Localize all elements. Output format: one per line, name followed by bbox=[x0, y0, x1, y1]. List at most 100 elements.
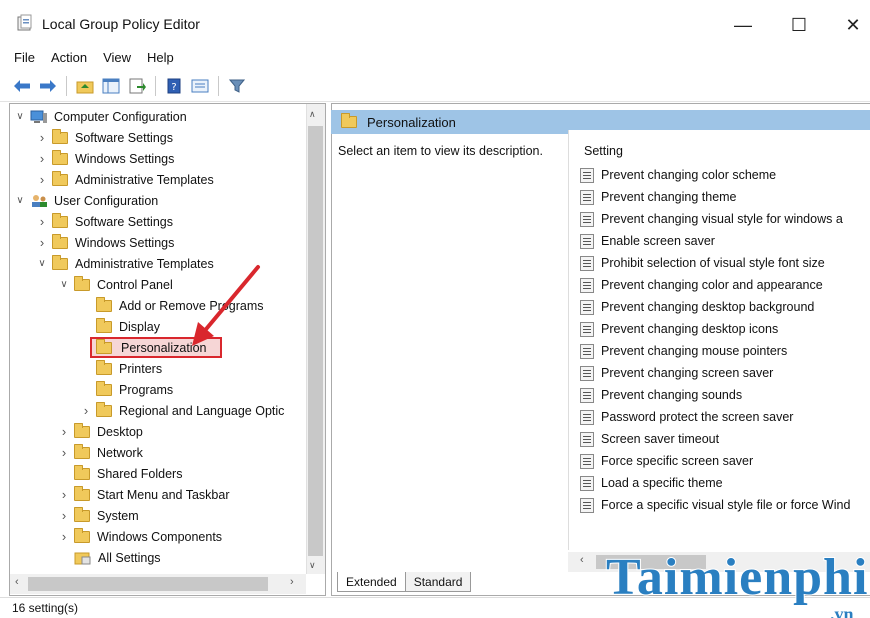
tree-item[interactable]: Printers bbox=[10, 358, 310, 379]
export-list-button[interactable] bbox=[127, 76, 147, 96]
policy-setting-icon bbox=[580, 277, 594, 293]
status-text: 16 setting(s) bbox=[12, 601, 79, 615]
setting-label: Load a specific theme bbox=[601, 476, 723, 490]
tree-item[interactable]: › Windows Settings bbox=[10, 148, 310, 169]
setting-row[interactable]: Screen saver timeout bbox=[580, 428, 719, 450]
setting-column-header[interactable]: Setting bbox=[584, 144, 623, 158]
setting-row[interactable]: Prohibit selection of visual style font … bbox=[580, 252, 825, 274]
chevron-right-icon[interactable]: › bbox=[58, 445, 70, 460]
tree-item[interactable]: ∨ Computer Configuration bbox=[10, 106, 310, 127]
setting-label: Prevent changing screen saver bbox=[601, 366, 774, 380]
setting-row[interactable]: Prevent changing desktop background bbox=[580, 296, 814, 318]
back-button[interactable] bbox=[12, 76, 32, 96]
tree-vertical-scroll-thumb[interactable] bbox=[308, 126, 323, 556]
scroll-left-arrow-icon[interactable]: ‹ bbox=[580, 554, 584, 566]
tree-item-label: User Configuration bbox=[54, 193, 159, 208]
scroll-right-arrow-icon[interactable]: › bbox=[290, 576, 294, 588]
setting-row[interactable]: Password protect the screen saver bbox=[580, 406, 793, 428]
tree-item[interactable]: › Network bbox=[10, 442, 310, 463]
setting-row[interactable]: Force specific screen saver bbox=[580, 450, 753, 472]
tree-item[interactable]: › System bbox=[10, 505, 310, 526]
setting-label: Enable screen saver bbox=[601, 234, 715, 248]
show-hide-tree-button[interactable] bbox=[101, 76, 121, 96]
setting-row[interactable]: Prevent changing mouse pointers bbox=[580, 340, 787, 362]
tree-item[interactable]: › Start Menu and Taskbar bbox=[10, 484, 310, 505]
tree-horizontal-scroll-thumb[interactable] bbox=[28, 577, 268, 591]
group-policy-app-icon bbox=[17, 14, 32, 31]
help-button[interactable]: ? bbox=[164, 76, 184, 96]
policy-setting-icon bbox=[580, 167, 594, 183]
setting-label: Prevent changing color and appearance bbox=[601, 278, 823, 292]
chevron-right-icon[interactable]: › bbox=[36, 151, 48, 166]
setting-row[interactable]: Prevent changing visual style for window… bbox=[580, 208, 843, 230]
policy-setting-icon bbox=[580, 453, 594, 469]
tree-item[interactable]: › Windows Components bbox=[10, 526, 310, 547]
scroll-left-arrow-icon[interactable]: ‹ bbox=[15, 576, 19, 588]
tree-item-label: Desktop bbox=[97, 424, 143, 439]
tree-item-label: Windows Settings bbox=[75, 235, 175, 250]
menu-file[interactable]: File bbox=[14, 50, 35, 65]
setting-label: Force specific screen saver bbox=[601, 454, 754, 468]
menu-help[interactable]: Help bbox=[147, 50, 174, 65]
menu-action[interactable]: Action bbox=[51, 50, 87, 65]
tree-item-label: Software Settings bbox=[75, 130, 173, 145]
tree-item[interactable]: All Settings bbox=[10, 547, 310, 568]
setting-row[interactable]: Prevent changing color scheme bbox=[580, 164, 776, 186]
tree-item[interactable]: › Regional and Language Optic bbox=[10, 400, 310, 421]
chevron-right-icon[interactable]: › bbox=[36, 172, 48, 187]
user-icon bbox=[32, 194, 47, 207]
properties-button[interactable] bbox=[190, 76, 210, 96]
tree-item[interactable]: › Software Settings bbox=[10, 127, 310, 148]
tree-item[interactable]: › Windows Settings bbox=[10, 232, 310, 253]
forward-button[interactable] bbox=[38, 76, 58, 96]
close-button[interactable]: ✕ bbox=[830, 10, 870, 40]
menu-view[interactable]: View bbox=[103, 50, 131, 65]
chevron-down-icon[interactable]: ∨ bbox=[14, 111, 26, 123]
setting-row[interactable]: Force a specific visual style file or fo… bbox=[580, 494, 850, 516]
tree-item[interactable]: Shared Folders bbox=[10, 463, 310, 484]
setting-row[interactable]: Prevent changing desktop icons bbox=[580, 318, 778, 340]
setting-row[interactable]: Load a specific theme bbox=[580, 472, 723, 494]
tree-item[interactable]: ∨ User Configuration bbox=[10, 190, 310, 211]
maximize-button[interactable]: ☐ bbox=[776, 10, 822, 40]
policy-setting-icon bbox=[580, 321, 594, 337]
setting-row[interactable]: Prevent changing color and appearance bbox=[580, 274, 823, 296]
filter-button[interactable] bbox=[227, 76, 247, 96]
chevron-right-icon[interactable]: › bbox=[58, 508, 70, 523]
tree-item[interactable]: Programs bbox=[10, 379, 310, 400]
chevron-down-icon[interactable]: ∨ bbox=[14, 195, 26, 207]
setting-row[interactable]: Prevent changing sounds bbox=[580, 384, 742, 406]
chevron-down-icon[interactable]: ∨ bbox=[58, 279, 70, 291]
chevron-right-icon[interactable]: › bbox=[58, 529, 70, 544]
folder-icon bbox=[52, 128, 68, 144]
chevron-right-icon[interactable]: › bbox=[36, 235, 48, 250]
chevron-right-icon[interactable]: › bbox=[36, 130, 48, 145]
scroll-down-arrow-icon[interactable]: ∨ bbox=[309, 560, 316, 571]
setting-row[interactable]: Prevent changing theme bbox=[580, 186, 737, 208]
tab-extended[interactable]: Extended bbox=[337, 572, 406, 592]
tree-item-label: All Settings bbox=[98, 550, 161, 565]
setting-row[interactable]: Prevent changing screen saver bbox=[580, 362, 773, 384]
policy-setting-icon bbox=[580, 255, 594, 271]
tree-item[interactable]: › Administrative Templates bbox=[10, 169, 310, 190]
chevron-right-icon[interactable]: › bbox=[58, 487, 70, 502]
up-one-level-button[interactable] bbox=[75, 76, 95, 96]
folder-icon bbox=[96, 338, 112, 354]
tab-standard[interactable]: Standard bbox=[404, 572, 472, 592]
details-header-title: Personalization bbox=[367, 114, 456, 130]
toolbar-separator bbox=[218, 75, 219, 96]
policy-setting-icon bbox=[580, 189, 594, 205]
tree-item[interactable]: › Desktop bbox=[10, 421, 310, 442]
chevron-right-icon[interactable]: › bbox=[58, 424, 70, 439]
folder-icon bbox=[74, 527, 90, 543]
chevron-right-icon[interactable]: › bbox=[80, 403, 92, 418]
setting-row[interactable]: Enable screen saver bbox=[580, 230, 715, 252]
tree-item[interactable]: › Software Settings bbox=[10, 211, 310, 232]
minimize-button[interactable]: — bbox=[720, 10, 766, 40]
chevron-right-icon[interactable]: › bbox=[36, 214, 48, 229]
menu-bar: File Action View Help bbox=[0, 44, 870, 70]
chevron-down-icon[interactable]: ∨ bbox=[36, 258, 48, 270]
scroll-up-arrow-icon[interactable]: ∧ bbox=[309, 109, 316, 120]
